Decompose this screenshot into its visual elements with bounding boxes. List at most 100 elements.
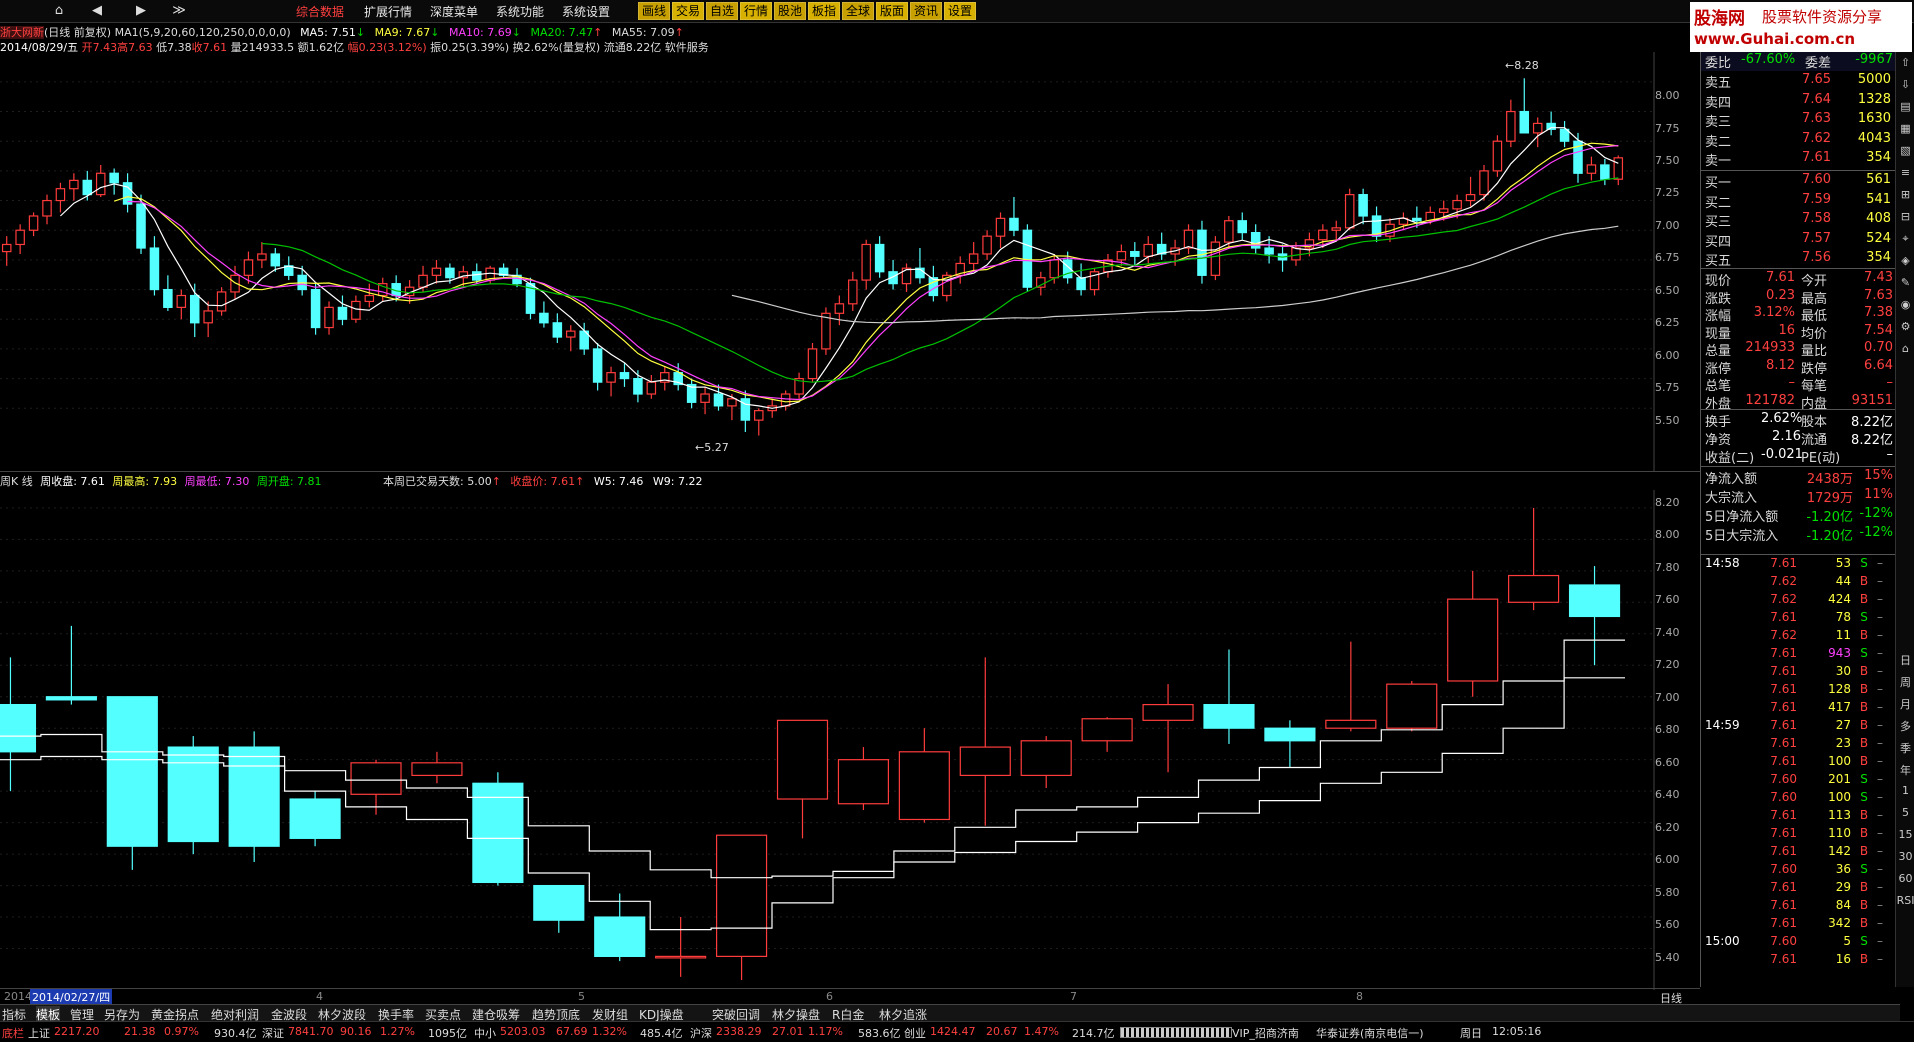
candle[interactable] <box>794 372 804 399</box>
candle[interactable] <box>1532 117 1543 148</box>
candle[interactable] <box>0 657 37 792</box>
candle[interactable] <box>203 301 213 338</box>
menu-4[interactable]: 系统设置 <box>562 3 610 20</box>
candle[interactable] <box>1492 135 1503 177</box>
tool-watchlist[interactable]: 自选 <box>706 2 739 20</box>
candle[interactable] <box>1 236 12 266</box>
candle[interactable] <box>1506 99 1516 148</box>
candle[interactable] <box>1325 641 1377 732</box>
candle[interactable] <box>606 366 616 397</box>
candle[interactable] <box>594 893 646 962</box>
candle[interactable] <box>431 259 442 284</box>
candle[interactable] <box>740 390 751 432</box>
period-button[interactable]: 季 <box>1896 740 1914 756</box>
side-tool-icon[interactable]: ≡ <box>1896 166 1914 179</box>
ask-price[interactable]: 7.62 <box>1761 131 1831 146</box>
period-button[interactable]: 1 <box>1896 784 1914 797</box>
candle[interactable] <box>780 390 791 411</box>
candle[interactable] <box>915 248 925 284</box>
bid-price[interactable]: 7.59 <box>1761 192 1831 207</box>
candle[interactable] <box>106 696 158 870</box>
candle[interactable] <box>727 394 737 421</box>
tool-quote[interactable]: 行情 <box>740 2 773 20</box>
bid-price[interactable]: 7.56 <box>1761 250 1831 265</box>
candle[interactable] <box>1568 566 1621 666</box>
zx-label[interactable]: 中小 <box>474 1025 496 1041</box>
bid-price[interactable]: 7.60 <box>1761 172 1831 187</box>
candle[interactable] <box>619 363 630 387</box>
period-button[interactable]: 年 <box>1896 762 1914 778</box>
candle[interactable] <box>337 295 348 326</box>
candle[interactable] <box>28 212 39 237</box>
candle[interactable] <box>377 277 388 302</box>
tool-index[interactable]: 板指 <box>808 2 841 20</box>
candle[interactable] <box>1081 717 1133 752</box>
candle[interactable] <box>15 224 25 254</box>
candle[interactable] <box>297 265 307 296</box>
sh-label[interactable]: 上证 <box>28 1025 50 1041</box>
hs-label[interactable]: 沪深 <box>690 1025 712 1041</box>
candle[interactable] <box>837 747 890 811</box>
tool-settings[interactable]: 设置 <box>944 2 977 20</box>
candle[interactable] <box>982 230 992 260</box>
tool-draw[interactable]: 画线 <box>638 2 671 20</box>
forward-icon[interactable]: ▶ <box>130 2 152 20</box>
candle[interactable] <box>807 342 818 383</box>
candle[interactable] <box>533 884 585 933</box>
candle[interactable] <box>1586 156 1597 181</box>
candle[interactable] <box>874 236 885 278</box>
period-button[interactable]: 多 <box>1896 718 1914 734</box>
side-tool-icon[interactable]: ⇧ <box>1896 56 1914 69</box>
candle[interactable] <box>69 173 79 201</box>
candle[interactable] <box>552 313 563 343</box>
side-tool-icon[interactable]: ⊞ <box>1896 188 1914 201</box>
side-tool-icon[interactable]: ◈ <box>1896 254 1914 267</box>
menu-2[interactable]: 深度菜单 <box>430 3 478 20</box>
candle[interactable] <box>848 271 858 311</box>
cy-label[interactable]: 创业 <box>904 1025 926 1041</box>
candle[interactable] <box>216 287 227 316</box>
daily-kline-chart[interactable] <box>0 52 1700 472</box>
candle[interactable] <box>700 386 710 415</box>
menu-0[interactable]: 综合数据 <box>296 3 344 20</box>
candle[interactable] <box>1613 155 1624 186</box>
candle[interactable] <box>1465 176 1476 207</box>
candle[interactable] <box>995 212 1006 249</box>
candle[interactable] <box>1344 188 1355 231</box>
candle[interactable] <box>1237 212 1248 240</box>
weekly-kline-chart[interactable] <box>0 490 1700 990</box>
tool-trade[interactable]: 交易 <box>672 2 705 20</box>
candle[interactable] <box>1089 268 1100 296</box>
side-tool-icon[interactable]: ▦ <box>1896 122 1914 135</box>
candle[interactable] <box>1546 111 1556 136</box>
candle[interactable] <box>821 307 831 355</box>
tool-news[interactable]: 资讯 <box>910 2 943 20</box>
ask-price[interactable]: 7.61 <box>1761 150 1831 165</box>
candle[interactable] <box>776 719 829 839</box>
candle[interactable] <box>1371 206 1382 243</box>
candle[interactable] <box>754 408 764 436</box>
bid-price[interactable]: 7.58 <box>1761 211 1831 226</box>
candle[interactable] <box>968 242 979 272</box>
candle[interactable] <box>715 834 768 980</box>
candle[interactable] <box>498 263 509 278</box>
candle[interactable] <box>955 256 965 284</box>
candle[interactable] <box>1358 188 1368 225</box>
menu-1[interactable]: 扩展行情 <box>364 3 412 20</box>
candle[interactable] <box>1020 736 1072 788</box>
candle[interactable] <box>1156 232 1167 260</box>
sz-label[interactable]: 深证 <box>262 1025 284 1041</box>
candle[interactable] <box>1277 244 1288 272</box>
candle[interactable] <box>1130 242 1140 266</box>
candle[interactable] <box>1250 224 1261 254</box>
candle[interactable] <box>45 625 97 705</box>
candle[interactable] <box>95 164 106 197</box>
side-tool-icon[interactable]: ⇩ <box>1896 78 1914 91</box>
candle[interactable] <box>539 301 549 328</box>
candle[interactable] <box>411 751 463 784</box>
back-icon[interactable]: ◀ <box>86 2 108 20</box>
candle[interactable] <box>228 731 280 862</box>
period-button[interactable]: RSI <box>1896 894 1914 907</box>
candle[interactable] <box>660 366 670 391</box>
candle[interactable] <box>1519 78 1530 134</box>
